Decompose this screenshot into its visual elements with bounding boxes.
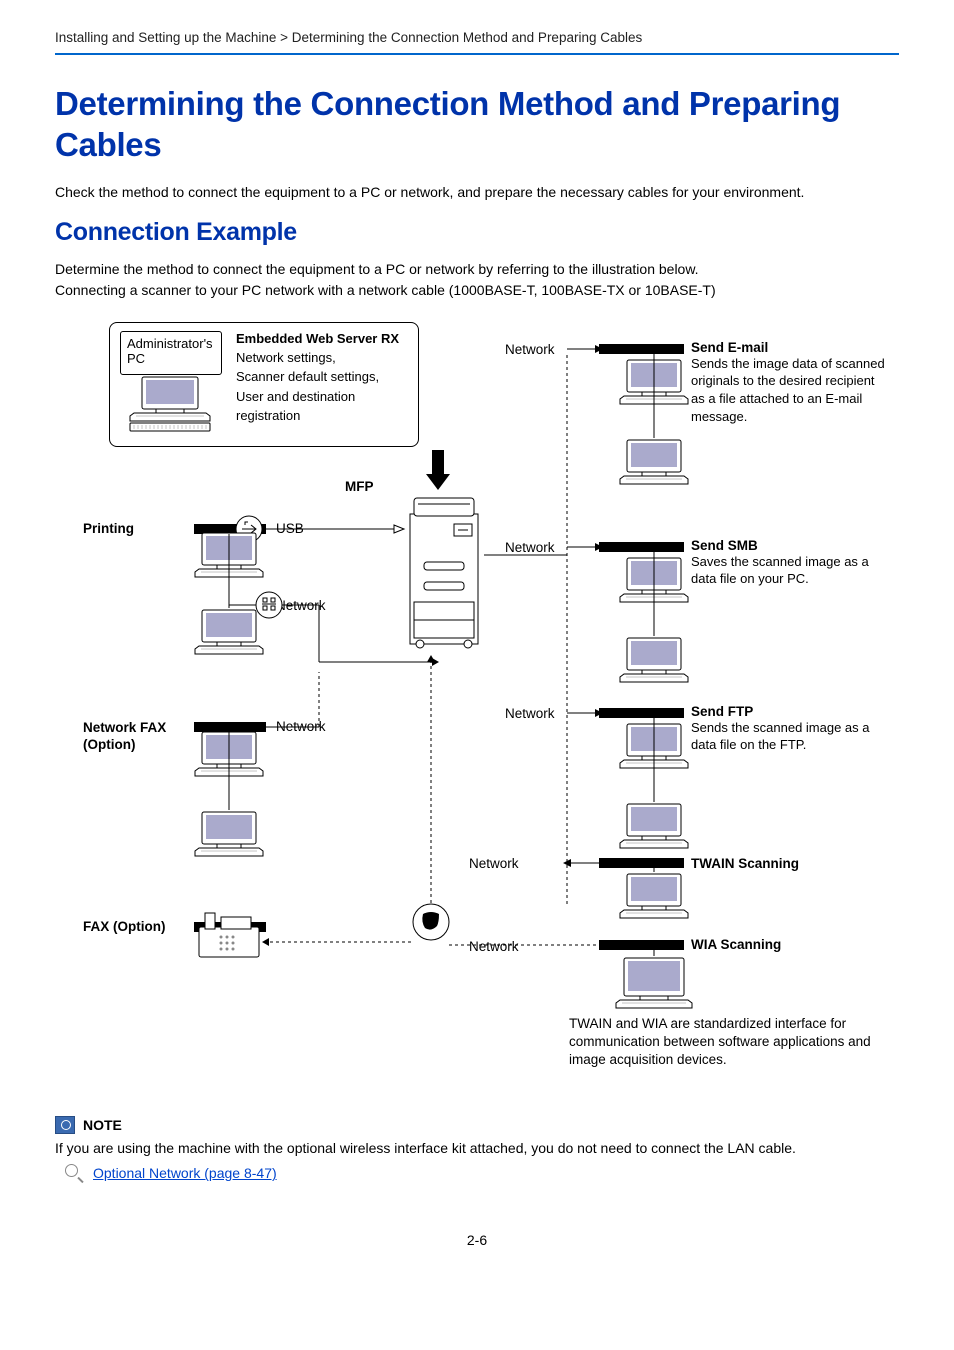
paragraph-1: Determine the method to connect the equi… <box>55 259 899 281</box>
optional-network-link[interactable]: Optional Network (page 8-47) <box>93 1165 277 1181</box>
note-icon <box>55 1116 75 1134</box>
note-label: NOTE <box>83 1117 122 1133</box>
diagram-lines <box>69 322 899 1082</box>
connection-diagram: Administrator's PC <box>69 322 899 1102</box>
note-section: NOTE If you are using the machine with t… <box>55 1116 899 1182</box>
breadcrumb: Installing and Setting up the Machine > … <box>55 30 899 55</box>
section-heading: Connection Example <box>55 218 899 247</box>
magnifier-icon <box>65 1164 83 1182</box>
note-text: If you are using the machine with the op… <box>55 1138 899 1158</box>
page-number: 2-6 <box>55 1232 899 1248</box>
paragraph-2: Connecting a scanner to your PC network … <box>55 280 899 302</box>
page-title: Determining the Connection Method and Pr… <box>55 83 899 166</box>
intro-paragraph: Check the method to connect the equipmen… <box>55 184 899 200</box>
